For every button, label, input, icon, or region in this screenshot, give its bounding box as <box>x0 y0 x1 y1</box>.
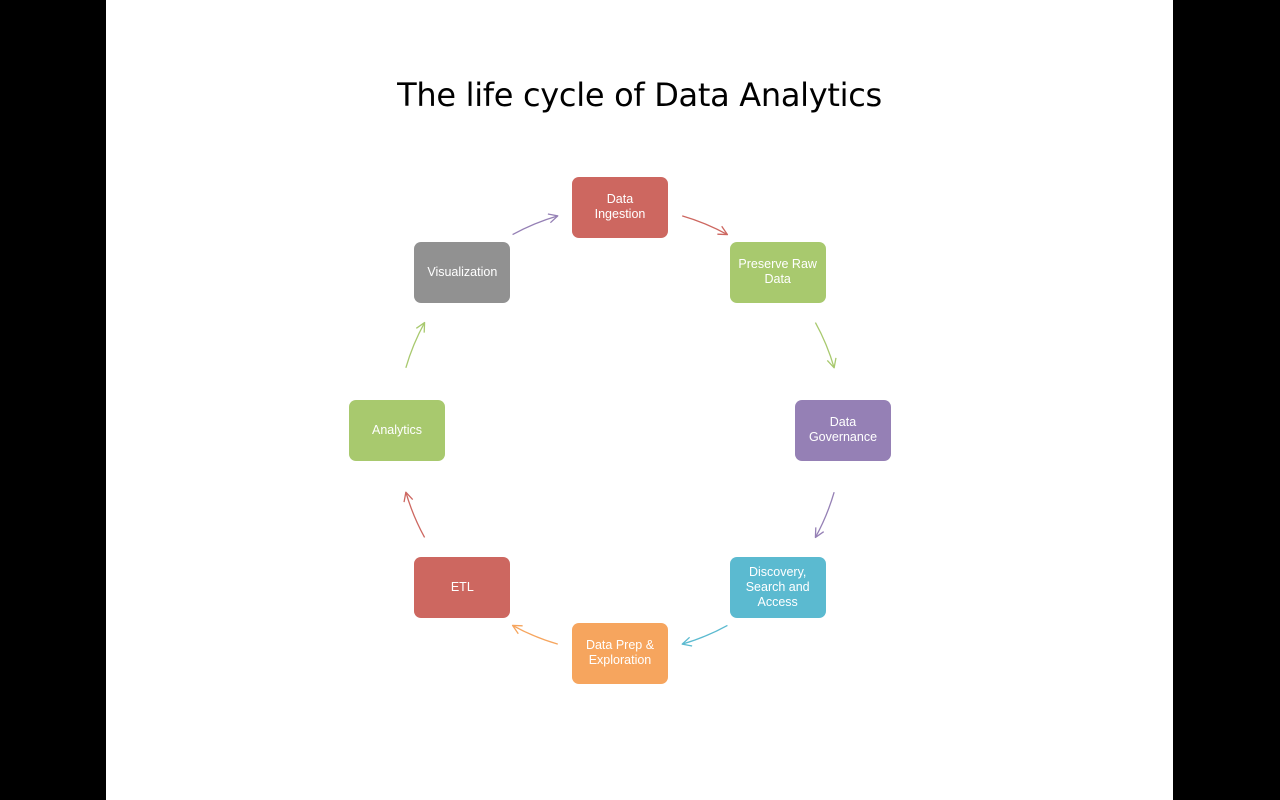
node-label: ETL <box>450 580 474 595</box>
cycle-diagram: Data Ingestion Preserve Raw Data Data Gove… <box>0 0 1280 800</box>
node-data-ingestion: Data Ingestion <box>572 176 668 238</box>
node-preserve-raw-data: Preserve Raw Data <box>729 241 826 303</box>
node-label: Discovery, Search and Access <box>745 565 810 610</box>
arrow-data-ingestion-to-preserve-raw-data <box>682 215 728 236</box>
arrow-etl-to-analytics <box>405 492 426 538</box>
arrow-data-governance-to-discovery-search-access <box>814 492 835 538</box>
node-label: Data Ingestion <box>594 192 646 221</box>
arrow-data-prep-exploration-to-etl <box>512 624 558 645</box>
node-label: Data Prep & Exploration <box>585 638 655 667</box>
node-analytics: Analytics <box>349 399 445 461</box>
node-etl: ETL <box>414 557 511 619</box>
node-label: Preserve Raw Data <box>738 257 817 287</box>
node-discovery-search-access: Discovery, Search and Access <box>729 557 826 619</box>
node-label: Analytics <box>371 422 423 437</box>
node-data-prep-exploration: Data Prep & Exploration <box>572 622 668 684</box>
arrow-analytics-to-visualization <box>405 322 426 368</box>
arrow-discovery-search-access-to-data-prep-exploration <box>682 624 728 645</box>
arrow-visualization-to-data-ingestion <box>512 215 558 236</box>
node-label: Data Governance <box>808 415 878 444</box>
arrow-preserve-raw-data-to-data-governance <box>814 322 835 368</box>
node-data-governance: Data Governance <box>795 399 891 461</box>
node-label: Visualization <box>427 264 498 279</box>
node-visualization: Visualization <box>414 241 511 303</box>
